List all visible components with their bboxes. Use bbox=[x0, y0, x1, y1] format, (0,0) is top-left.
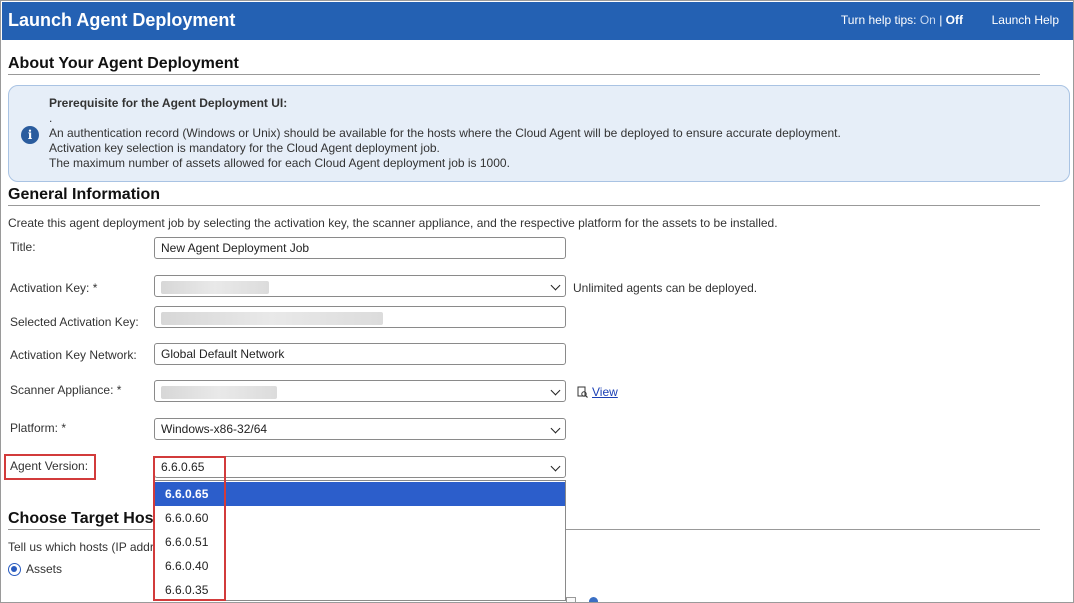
selected-key-label: Selected Activation Key: bbox=[10, 315, 139, 329]
prerequisite-heading: Prerequisite for the Agent Deployment UI… bbox=[49, 96, 288, 110]
select-icon bbox=[589, 597, 598, 602]
view-link-label: View bbox=[592, 385, 618, 399]
view-details-icon bbox=[577, 386, 588, 398]
help-tips-separator: | bbox=[939, 13, 943, 27]
assets-radio[interactable] bbox=[8, 563, 21, 576]
target-hosts-prompt: Tell us which hosts (IP addr bbox=[8, 540, 154, 554]
agent-version-label-highlight bbox=[4, 454, 96, 480]
redacted-scanner bbox=[161, 386, 277, 399]
prerequisite-info-box: i Prerequisite for the Agent Deployment … bbox=[8, 85, 1070, 182]
launch-help-link[interactable]: Launch Help bbox=[992, 13, 1059, 27]
agent-version-options-highlight bbox=[153, 456, 226, 601]
scanner-label: Scanner Appliance: * bbox=[10, 383, 122, 397]
activation-key-select[interactable] bbox=[154, 275, 566, 297]
redacted-activation-key bbox=[161, 281, 269, 294]
help-tips-label: Turn help tips: bbox=[840, 13, 917, 27]
window-title: Launch Agent Deployment bbox=[8, 10, 236, 30]
prerequisite-line-3: The maximum number of assets allowed for… bbox=[49, 156, 510, 170]
general-description: Create this agent deployment job by sele… bbox=[8, 216, 778, 230]
info-icon: i bbox=[21, 126, 39, 144]
scanner-appliance-select[interactable] bbox=[154, 380, 566, 402]
prerequisite-dot: . bbox=[49, 111, 53, 125]
title-label: Title: bbox=[10, 240, 36, 254]
launch-agent-deployment-window: Launch Agent Deployment Turn help tips: … bbox=[0, 0, 1074, 603]
platform-select[interactable]: Windows-x86-32/64 bbox=[154, 418, 566, 440]
title-bar: Launch Agent Deployment Turn help tips: … bbox=[2, 2, 1073, 40]
partial-checkbox[interactable] bbox=[566, 597, 576, 602]
selected-key-field bbox=[154, 306, 566, 328]
general-divider bbox=[8, 205, 1040, 206]
about-divider bbox=[8, 74, 1040, 75]
view-scanner-link[interactable]: View bbox=[577, 385, 618, 399]
help-tips-off[interactable]: Off bbox=[946, 13, 963, 27]
prerequisite-line-1: An authentication record (Windows or Uni… bbox=[49, 126, 841, 140]
network-field: Global Default Network bbox=[154, 343, 566, 365]
title-input[interactable]: New Agent Deployment Job bbox=[154, 237, 566, 259]
activation-key-note: Unlimited agents can be deployed. bbox=[573, 281, 758, 295]
network-label: Activation Key Network: bbox=[10, 348, 137, 362]
assets-radio-label: Assets bbox=[26, 562, 63, 576]
help-tips-on[interactable]: On bbox=[920, 13, 936, 27]
general-section-title: General Information bbox=[8, 186, 161, 203]
target-hosts-section-title: Choose Target Hos bbox=[8, 510, 154, 527]
help-tips-toggle: Turn help tips: On | Off bbox=[841, 13, 963, 27]
prerequisite-line-2: Activation key selection is mandatory fo… bbox=[49, 141, 440, 155]
platform-label: Platform: * bbox=[10, 421, 67, 435]
redacted-selected-key bbox=[161, 312, 383, 325]
about-section-title: About Your Agent Deployment bbox=[8, 55, 239, 72]
activation-key-label: Activation Key: * bbox=[10, 281, 98, 295]
